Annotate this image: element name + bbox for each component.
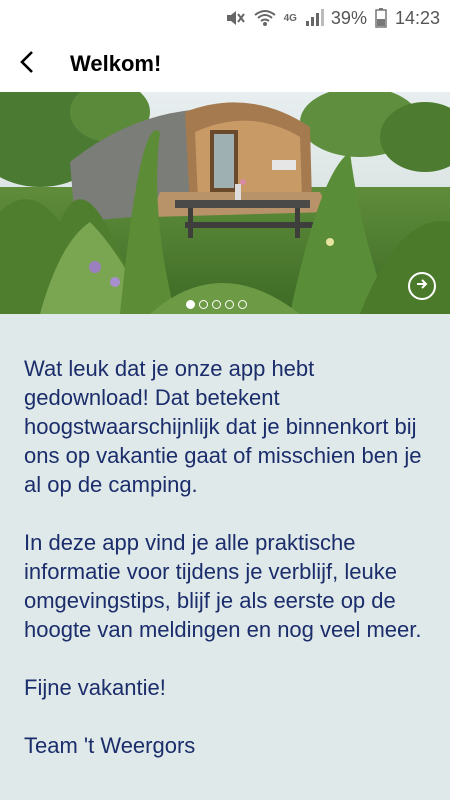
carousel-dot[interactable] xyxy=(199,300,208,309)
welcome-content: Wat leuk dat je onze app hebt gedownload… xyxy=(0,314,450,800)
carousel-next-button[interactable] xyxy=(408,272,436,300)
info-paragraph: In deze app vind je alle praktische info… xyxy=(24,530,422,642)
arrow-right-circle-icon xyxy=(414,276,430,297)
battery-icon xyxy=(375,8,387,28)
status-bar: 4G 39% 14:23 xyxy=(0,0,450,36)
carousel-dot[interactable] xyxy=(225,300,234,309)
back-arrow-icon xyxy=(18,50,38,79)
carousel-dot[interactable] xyxy=(186,300,195,309)
mute-icon xyxy=(224,8,246,28)
clock: 14:23 xyxy=(394,7,440,28)
page-title: Welkom! xyxy=(70,51,162,76)
image-carousel[interactable] xyxy=(0,92,450,314)
signal-icon xyxy=(305,9,325,27)
signature-paragraph: Team 't Weergors xyxy=(24,733,196,758)
network-4g-label: 4G xyxy=(283,12,297,24)
carousel-image xyxy=(0,92,450,314)
battery-percent: 39% xyxy=(330,7,367,28)
carousel-dot[interactable] xyxy=(212,300,221,309)
carousel-dot[interactable] xyxy=(238,300,247,309)
intro-paragraph: Wat leuk dat je onze app hebt gedownload… xyxy=(24,356,422,497)
greeting-paragraph: Fijne vakantie! xyxy=(24,675,166,700)
back-button[interactable] xyxy=(0,36,56,92)
app-bar: Welkom! xyxy=(0,36,450,92)
carousel-pagination xyxy=(186,300,247,309)
wifi-icon xyxy=(253,8,276,28)
